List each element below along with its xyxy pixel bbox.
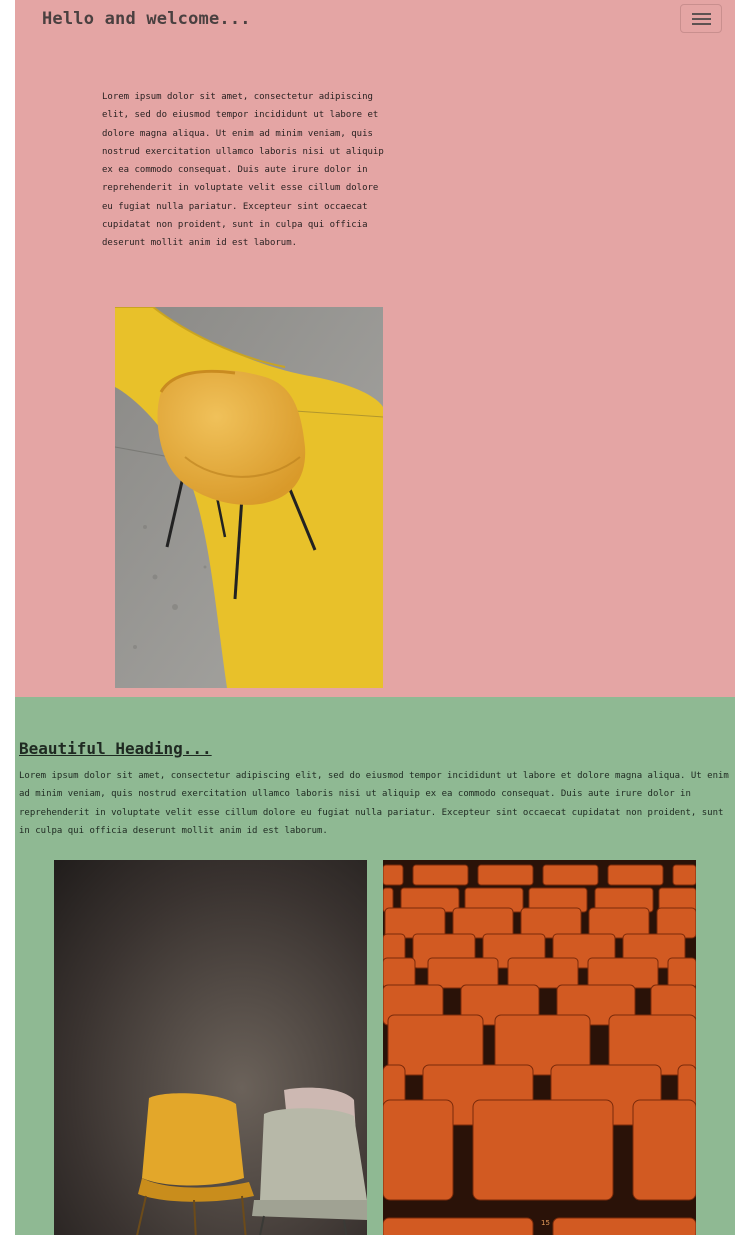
hero-section: Hello and welcome... Lorem ipsum dolor s… [15,0,735,697]
brand-title[interactable]: Hello and welcome... [42,9,251,29]
theater-seats-photo: 15 [383,860,696,1235]
content-section: Beautiful Heading... Lorem ipsum dolor s… [15,697,735,1235]
seat-number: 15 [541,1219,550,1227]
yellow-chair-photo [115,307,383,688]
intro-paragraph: Lorem ipsum dolor sit amet, consectetur … [102,92,384,249]
page: Hello and welcome... Lorem ipsum dolor s… [15,0,735,1235]
section-heading: Beautiful Heading... [19,739,212,758]
navbar: Hello and welcome... [15,0,735,40]
menu-toggle-button[interactable] [680,4,722,33]
chairs-dark-wall-photo [54,860,367,1235]
section-paragraph: Lorem ipsum dolor sit amet, consectetur … [19,771,729,836]
